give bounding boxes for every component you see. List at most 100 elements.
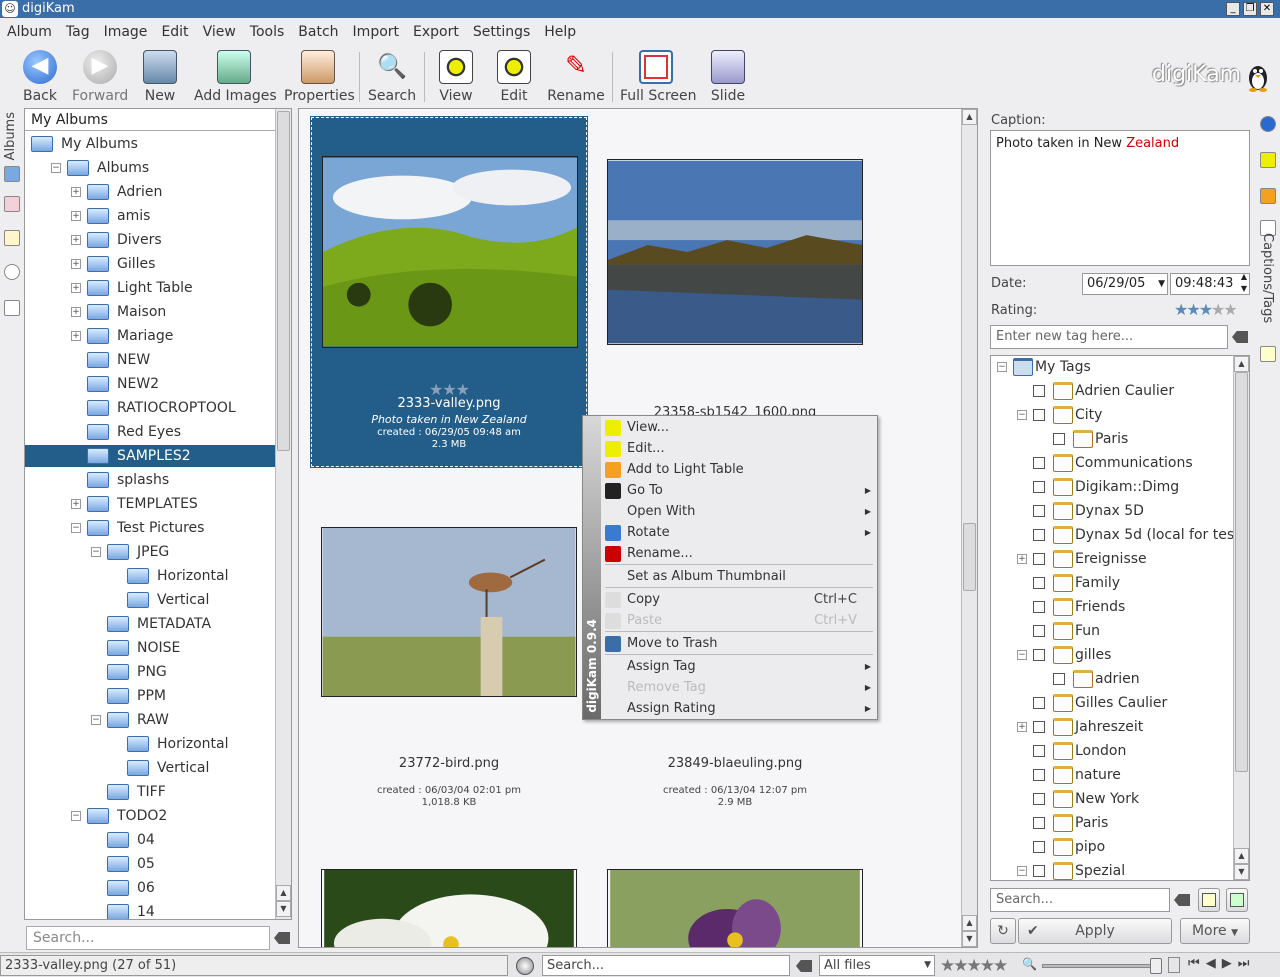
tag-checkbox[interactable]	[1033, 385, 1045, 397]
edit-button[interactable]: Edit	[492, 50, 536, 104]
album-tree-item[interactable]: PNG	[25, 661, 275, 683]
rating-stars[interactable]: ★★★★★	[1174, 300, 1238, 319]
album-tree-scrollbar[interactable]: ▲ ▼	[275, 109, 291, 919]
collapse-icon[interactable]: −	[71, 523, 81, 533]
album-tree-item[interactable]: NEW	[25, 349, 275, 371]
context-menu-item[interactable]: Go To ▶	[601, 480, 877, 501]
album-tree-item[interactable]: PPM	[25, 685, 275, 707]
collapse-icon[interactable]: −	[1017, 410, 1027, 420]
tag-tree-item[interactable]: New York	[1017, 788, 1139, 810]
album-tree-item[interactable]: − TODO2	[25, 805, 275, 827]
tag-filter-button[interactable]	[1198, 888, 1220, 912]
close-button[interactable]: ✕	[1260, 2, 1274, 16]
tag-checkbox[interactable]	[1033, 793, 1045, 805]
menu-tag[interactable]: Tag	[59, 20, 97, 44]
album-tree-item[interactable]: NEW2	[25, 373, 275, 395]
tag-tree-scrollbar[interactable]: ▲ ▲ ▼	[1233, 356, 1249, 880]
thumbnail-scrollbar[interactable]: ▲ ▲ ▼	[961, 109, 977, 947]
tag-tree-item[interactable]: Dynax 5d (local for test	[1017, 524, 1240, 546]
info-tab-icon[interactable]	[1260, 116, 1276, 132]
back-button[interactable]: ◀ Back	[18, 50, 62, 104]
fullscreen-button[interactable]: Full Screen	[620, 50, 697, 104]
scroll-up-arrow-icon[interactable]: ▲	[962, 109, 977, 125]
tag-tree-item[interactable]: Fun	[1017, 620, 1100, 642]
rename-button[interactable]: ✎ Rename	[546, 50, 606, 104]
expand-icon[interactable]: +	[71, 283, 81, 293]
scrollbar-thumb[interactable]	[277, 111, 290, 451]
apply-button[interactable]: ✔ Apply	[1018, 918, 1172, 944]
colors-tab-icon[interactable]	[1260, 188, 1276, 204]
tag-tree-item[interactable]: Friends	[1017, 596, 1125, 618]
context-menu-item[interactable]: Rename...	[601, 543, 877, 564]
context-menu-item[interactable]: Add to Light Table	[601, 459, 877, 480]
scroll-up-arrow-icon[interactable]: ▲	[962, 915, 977, 931]
tag-checkbox[interactable]	[1033, 865, 1045, 877]
tag-tree-item[interactable]: Family	[1017, 572, 1120, 594]
album-tree-item[interactable]: splashs	[25, 469, 275, 491]
tag-checkbox[interactable]	[1033, 769, 1045, 781]
tag-tree-item[interactable]: + Ereignisse	[1017, 548, 1147, 570]
album-tree-item[interactable]: 05	[25, 853, 275, 875]
context-menu-item[interactable]: Move to Trash	[601, 633, 877, 654]
tag-checkbox[interactable]	[1033, 457, 1045, 469]
album-tree-item[interactable]: − JPEG	[25, 541, 275, 563]
expand-icon[interactable]: +	[71, 211, 81, 221]
album-tree-item[interactable]: + Light Table	[25, 277, 275, 299]
tag-tree-item[interactable]: adrien	[1037, 668, 1140, 690]
menu-edit[interactable]: Edit	[154, 20, 195, 44]
tag-checkbox[interactable]	[1033, 745, 1045, 757]
thumbnail-image[interactable]	[607, 869, 863, 948]
clear-tag-input-icon[interactable]	[1232, 331, 1248, 343]
zoom-fit-icon[interactable]	[1168, 957, 1180, 973]
expand-icon[interactable]: +	[71, 331, 81, 341]
album-tree-item[interactable]: − Test Pictures	[25, 517, 275, 539]
tag-checkbox[interactable]	[1033, 409, 1045, 421]
tag-tree-item[interactable]: Dynax 5D	[1017, 500, 1144, 522]
context-menu-item[interactable]: Edit...	[601, 438, 877, 459]
tag-search-input[interactable]: Search...	[990, 888, 1170, 912]
menu-help[interactable]: Help	[537, 20, 583, 44]
file-filter-select[interactable]: All files ▼	[819, 955, 935, 976]
tag-tree-item[interactable]: + Jahreszeit	[1017, 716, 1143, 738]
scroll-up-arrow-icon[interactable]: ▲	[1234, 848, 1249, 864]
menu-export[interactable]: Export	[406, 20, 466, 44]
tag-tree-item[interactable]: Paris	[1037, 428, 1128, 450]
tag-checkbox[interactable]	[1053, 673, 1065, 685]
tag-checkbox[interactable]	[1033, 817, 1045, 829]
album-tree-item[interactable]: 14	[25, 901, 275, 919]
tag-checkbox[interactable]	[1033, 505, 1045, 517]
tab-captions-tags[interactable]: Captions/Tags	[1260, 233, 1275, 323]
menu-view[interactable]: View	[196, 20, 243, 44]
tag-checkbox[interactable]	[1053, 433, 1065, 445]
tag-checkbox[interactable]	[1033, 553, 1045, 565]
menu-album[interactable]: Album	[0, 20, 59, 44]
rating-star[interactable]: ★	[1174, 300, 1188, 319]
forward-button[interactable]: ▶ Forward	[72, 50, 128, 104]
album-tree-item[interactable]: − RAW	[25, 709, 275, 731]
expand-icon[interactable]: +	[71, 235, 81, 245]
zoom-slider-handle[interactable]	[1150, 958, 1162, 974]
context-menu-item[interactable]: Copy Ctrl+C	[601, 589, 877, 610]
expand-icon[interactable]: +	[1017, 722, 1027, 732]
clear-status-search-icon[interactable]	[796, 960, 812, 972]
maximize-button[interactable]: ❐	[1243, 2, 1257, 16]
search-tab-icon[interactable]	[4, 300, 20, 316]
tag-tree-item[interactable]: Digikam::Dimg	[1017, 476, 1179, 498]
tag-checkbox[interactable]	[1033, 601, 1045, 613]
tag-tree-item[interactable]: Paris	[1017, 812, 1108, 834]
clear-search-icon[interactable]	[274, 932, 290, 944]
collapse-icon[interactable]: −	[997, 362, 1007, 372]
tag-checkbox[interactable]	[1033, 841, 1045, 853]
more-button[interactable]: More ▼	[1180, 918, 1250, 944]
collapse-icon[interactable]: −	[1017, 650, 1027, 660]
album-tree-item[interactable]: METADATA	[25, 613, 275, 635]
clear-tag-search-icon[interactable]	[1174, 894, 1190, 906]
album-tree-item[interactable]: Horizontal	[25, 733, 275, 755]
menu-import[interactable]: Import	[346, 20, 406, 44]
scroll-down-arrow-icon[interactable]: ▼	[962, 931, 977, 947]
caption-textarea[interactable]: Photo taken in New Zealand	[990, 130, 1250, 266]
context-menu-item[interactable]: Assign Rating ▶	[601, 698, 877, 719]
tag-tree[interactable]: − Spezial pipo Paris New York nature London + Ja…	[990, 355, 1250, 881]
menu-batch[interactable]: Batch	[291, 20, 345, 44]
new-tag-button[interactable]	[1226, 888, 1248, 912]
